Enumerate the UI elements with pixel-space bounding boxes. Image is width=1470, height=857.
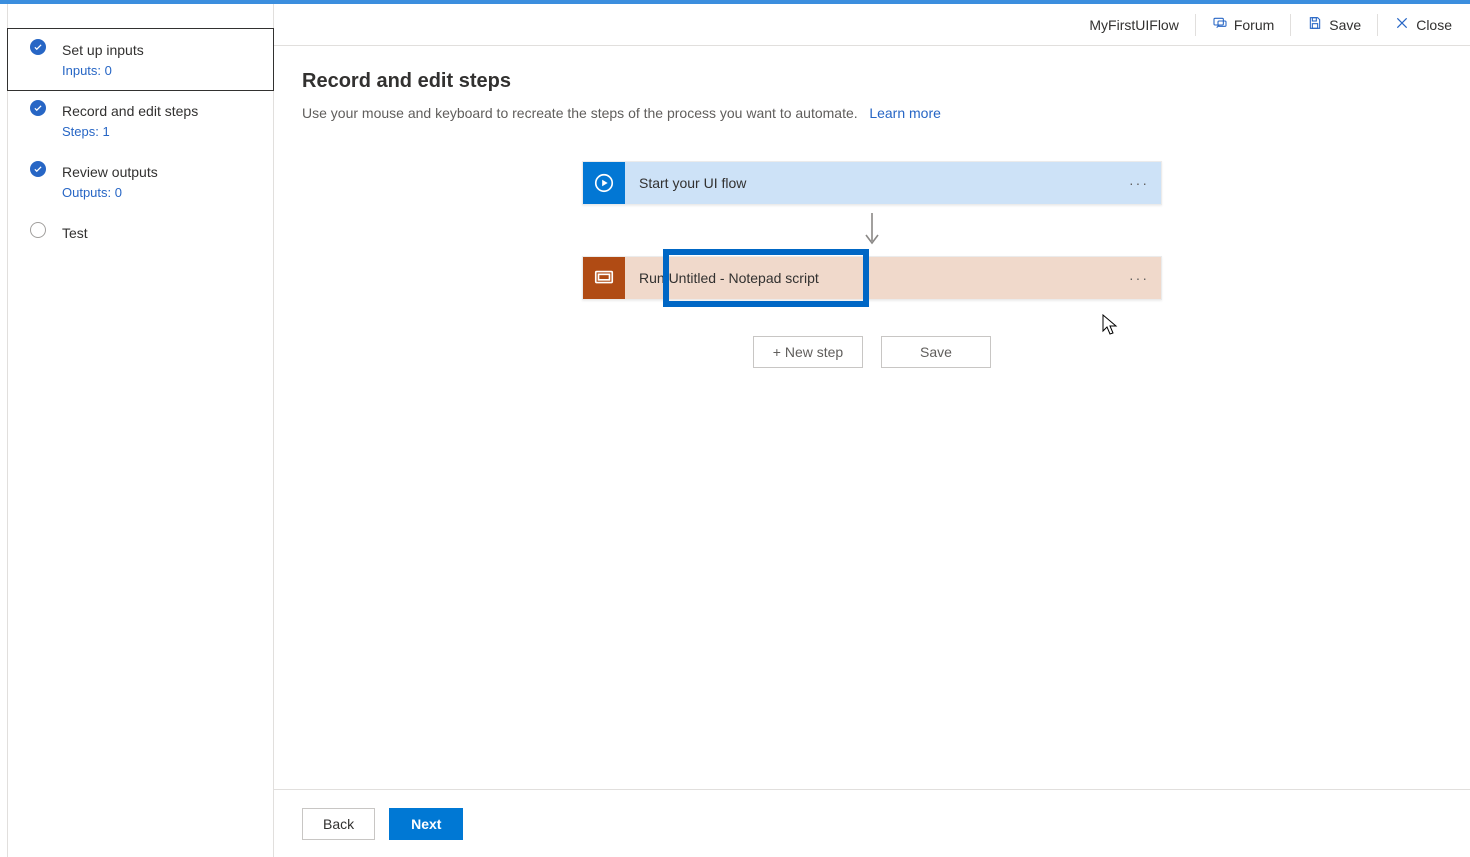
left-edge [0,4,8,857]
arrow-down-icon [860,211,884,250]
close-label: Close [1416,17,1452,33]
screen-icon [583,257,625,299]
canvas-save-button[interactable]: Save [881,336,991,368]
circle-icon [30,222,46,238]
check-icon [30,39,46,55]
check-icon [30,161,46,177]
canvas-action-row: + New step Save [753,336,991,368]
save-label: Save [1329,17,1361,33]
sidebar-item-sublabel: Inputs: 0 [62,63,263,78]
page-title: Record and edit steps [302,70,1442,93]
wizard-footer: Back Next [274,789,1470,857]
check-icon [30,100,46,116]
card-start-ui-flow[interactable]: Start your UI flow ··· [582,161,1162,205]
close-button[interactable]: Close [1386,11,1460,38]
sidebar-item-record-and-edit-steps[interactable]: Record and edit steps Steps: 1 [8,90,273,151]
save-icon [1307,15,1323,34]
forum-icon [1212,15,1228,34]
sidebar-item-set-up-inputs[interactable]: Set up inputs Inputs: 0 [7,28,274,91]
sidebar-item-sublabel: Steps: 1 [62,124,263,139]
wizard-steps-list: Set up inputs Inputs: 0 Record and edit … [8,28,273,254]
close-icon [1394,15,1410,34]
sidebar-item-label: Review outputs [62,163,263,181]
new-step-button[interactable]: + New step [753,336,863,368]
ellipsis-icon[interactable]: ··· [1129,271,1149,285]
main-column: MyFirstUIFlow Forum Save Close [274,4,1470,857]
card-body: Run Untitled - Notepad script ··· [625,257,1161,299]
sidebar-item-sublabel: Outputs: 0 [62,185,263,200]
content-area: Record and edit steps Use your mouse and… [274,46,1470,789]
sidebar-item-label: Record and edit steps [62,102,263,120]
sidebar-item-review-outputs[interactable]: Review outputs Outputs: 0 [8,151,273,212]
page-description-text: Use your mouse and keyboard to recreate … [302,105,858,121]
divider [1195,14,1196,36]
card-body: Start your UI flow ··· [625,162,1161,204]
next-button[interactable]: Next [389,808,463,840]
divider [1290,14,1291,36]
card-label: Run Untitled - Notepad script [639,270,819,286]
wizard-sidebar: Set up inputs Inputs: 0 Record and edit … [8,4,274,857]
forum-button[interactable]: Forum [1204,11,1282,38]
play-icon [583,162,625,204]
learn-more-link[interactable]: Learn more [869,105,941,121]
flow-name-label: MyFirstUIFlow [1089,17,1178,33]
sidebar-item-label: Test [62,224,263,242]
sidebar-item-label: Set up inputs [62,41,263,59]
card-run-notepad-script[interactable]: Run Untitled - Notepad script ··· [582,256,1162,300]
card-label: Start your UI flow [639,175,746,191]
forum-label: Forum [1234,17,1274,33]
sidebar-item-test[interactable]: Test [8,212,273,254]
back-button[interactable]: Back [302,808,375,840]
ellipsis-icon[interactable]: ··· [1129,176,1149,190]
top-command-bar: MyFirstUIFlow Forum Save Close [274,4,1470,46]
divider [1377,14,1378,36]
app-root: Set up inputs Inputs: 0 Record and edit … [0,4,1470,857]
flow-canvas: Start your UI flow ··· Run Untitled - No… [302,161,1442,368]
save-button[interactable]: Save [1299,11,1369,38]
page-description: Use your mouse and keyboard to recreate … [302,105,1442,121]
